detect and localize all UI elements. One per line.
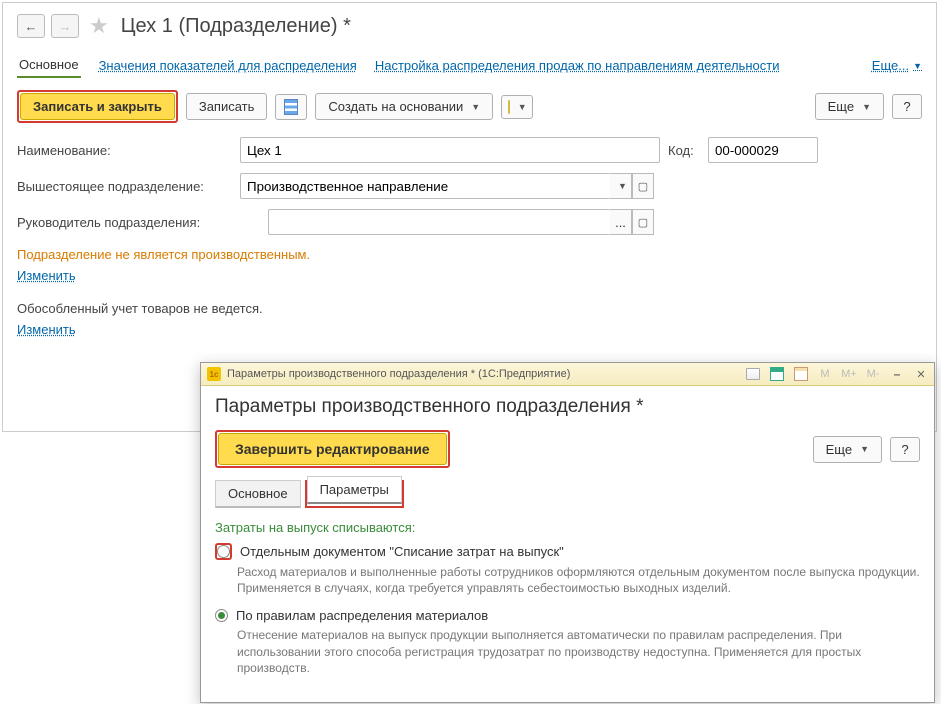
highlight-save-close: Записать и закрыть bbox=[17, 90, 178, 123]
create-on-basis-label: Создать на основании bbox=[328, 99, 463, 114]
change-production-link[interactable]: Изменить bbox=[17, 268, 76, 283]
radio-rules-label: По правилам распределения материалов bbox=[236, 608, 488, 623]
change-accounting-link[interactable]: Изменить bbox=[17, 322, 76, 337]
tab-sales-distribution-link[interactable]: Настройка распределения продаж по направ… bbox=[375, 54, 780, 77]
close-icon[interactable] bbox=[912, 366, 930, 382]
chevron-down-icon: ▼ bbox=[471, 102, 480, 112]
chief-open-button[interactable]: ▢ bbox=[632, 209, 654, 235]
chevron-down-icon: ▼ bbox=[913, 61, 922, 71]
dialog-heading: Параметры производственного подразделени… bbox=[215, 396, 920, 418]
attachment-icon bbox=[508, 100, 510, 114]
costs-section-title: Затраты на выпуск списываются: bbox=[215, 520, 920, 535]
name-label: Наименование: bbox=[17, 143, 232, 158]
more-label: Еще bbox=[828, 99, 854, 114]
dialog-window-title: Параметры производственного подразделени… bbox=[227, 368, 570, 380]
not-production-text: Подразделение не является производственн… bbox=[17, 247, 922, 262]
chief-label: Руководитель подразделения: bbox=[17, 215, 260, 230]
save-close-button[interactable]: Записать и закрыть bbox=[20, 93, 175, 120]
create-on-basis-button[interactable]: Создать на основании ▼ bbox=[315, 93, 493, 120]
parent-label: Вышестоящее подразделение: bbox=[17, 179, 232, 194]
chief-input[interactable] bbox=[268, 209, 610, 235]
more-button[interactable]: Еще ▼ bbox=[815, 93, 884, 120]
code-label: Код: bbox=[668, 143, 700, 158]
tabs-more-label: Еще... bbox=[872, 58, 909, 73]
app-1c-icon: 1c bbox=[207, 367, 221, 381]
separate-accounting-text: Обособленный учет товаров не ведется. bbox=[17, 301, 922, 316]
highlight-radio-separate bbox=[215, 543, 232, 560]
nav-back-button[interactable]: ← bbox=[17, 14, 45, 38]
chevron-down-icon: ▼ bbox=[518, 102, 527, 112]
radio-icon-selected bbox=[215, 609, 228, 622]
calendar-icon[interactable] bbox=[792, 366, 810, 382]
dialog-tab-main[interactable]: Основное bbox=[215, 480, 301, 508]
dialog-window: 1c Параметры производственного подраздел… bbox=[200, 362, 935, 703]
tab-indicators-link[interactable]: Значения показателей для распределения bbox=[99, 54, 357, 77]
grid-icon[interactable] bbox=[768, 366, 786, 382]
page-title: Цех 1 (Подразделение) * bbox=[121, 15, 351, 38]
radio-option-rules[interactable]: По правилам распределения материалов bbox=[215, 608, 920, 623]
chevron-down-icon: ▼ bbox=[618, 181, 627, 191]
parent-input[interactable] bbox=[240, 173, 610, 199]
highlight-tab-params: Параметры bbox=[305, 480, 404, 508]
ellipsis-icon: ... bbox=[615, 215, 626, 230]
help-button[interactable]: ? bbox=[892, 94, 922, 119]
memory-mminus-icon[interactable]: M- bbox=[864, 366, 882, 382]
radio-separate-label: Отдельным документом "Списание затрат на… bbox=[240, 544, 564, 559]
nav-forward-button[interactable]: → bbox=[51, 14, 79, 38]
parent-open-button[interactable]: ▢ bbox=[632, 173, 654, 199]
radio-icon bbox=[217, 545, 230, 558]
name-input[interactable] bbox=[240, 137, 660, 163]
save-button[interactable]: Записать bbox=[186, 93, 268, 120]
dialog-tab-params[interactable]: Параметры bbox=[307, 476, 402, 504]
tabs-more-link[interactable]: Еще... ▼ bbox=[872, 54, 922, 77]
dialog-more-label: Еще bbox=[826, 442, 852, 457]
parent-dropdown-button[interactable]: ▼ bbox=[610, 173, 632, 199]
chevron-down-icon: ▼ bbox=[862, 102, 871, 112]
favorite-star-icon[interactable]: ★ bbox=[89, 13, 109, 39]
chief-ellipsis-button[interactable]: ... bbox=[610, 209, 632, 235]
memory-m-icon[interactable]: M bbox=[816, 366, 834, 382]
report-button[interactable] bbox=[275, 94, 307, 120]
chevron-down-icon: ▼ bbox=[860, 444, 869, 454]
highlight-finish-edit: Завершить редактирование bbox=[215, 430, 450, 468]
finish-editing-button[interactable]: Завершить редактирование bbox=[218, 433, 447, 465]
memory-mplus-icon[interactable]: M+ bbox=[840, 366, 858, 382]
dialog-titlebar[interactable]: 1c Параметры производственного подраздел… bbox=[201, 363, 934, 386]
attachments-button[interactable]: ▼ bbox=[501, 95, 533, 119]
radio-separate-desc: Расход материалов и выполненные работы с… bbox=[237, 564, 920, 596]
radio-option-separate-doc[interactable]: Отдельным документом "Списание затрат на… bbox=[215, 543, 920, 560]
print-icon[interactable] bbox=[744, 366, 762, 382]
document-icon bbox=[284, 99, 298, 115]
dialog-more-button[interactable]: Еще ▼ bbox=[813, 436, 882, 463]
open-icon: ▢ bbox=[638, 180, 648, 193]
dialog-help-button[interactable]: ? bbox=[890, 437, 920, 462]
code-input[interactable] bbox=[708, 137, 818, 163]
tab-main[interactable]: Основное bbox=[17, 53, 81, 78]
radio-rules-desc: Отнесение материалов на выпуск продукции… bbox=[237, 627, 920, 676]
minimize-icon[interactable] bbox=[888, 366, 906, 382]
open-icon: ▢ bbox=[638, 216, 648, 229]
